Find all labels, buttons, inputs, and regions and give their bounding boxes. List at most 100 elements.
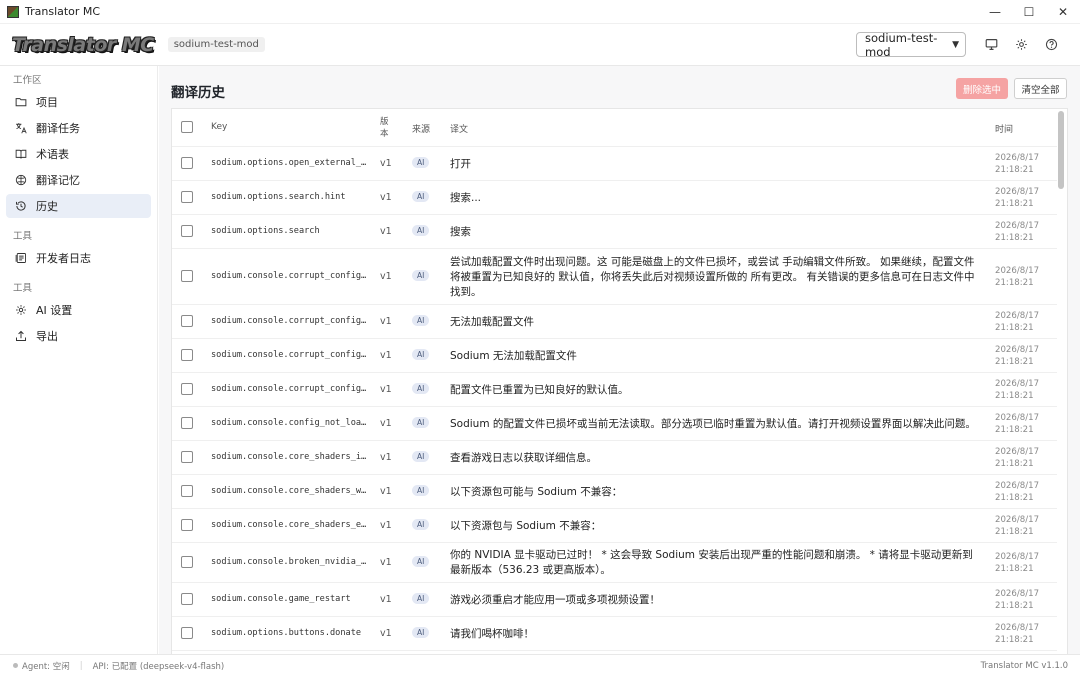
sidebar-item-history[interactable]: 历史: [6, 194, 151, 218]
row-time-date: 2026/8/17: [995, 623, 1040, 633]
close-button[interactable]: ✕: [1046, 0, 1080, 24]
row-checkbox[interactable]: [181, 349, 193, 361]
row-checkbox[interactable]: [181, 519, 193, 531]
row-time-clock: 21:18:21: [995, 357, 1034, 367]
app-logo: Translator MC: [12, 33, 154, 56]
sidebar-item-ai-settings[interactable]: AI 设置: [6, 298, 151, 322]
row-source: AI: [412, 270, 430, 281]
table-row[interactable]: sodium.console.corrupt_config… v1 AI 无法加载配置…: [172, 305, 1057, 339]
memory-icon: [14, 173, 28, 187]
sidebar-item-label: 开发者日志: [36, 252, 91, 265]
source-badge: AI: [412, 157, 430, 168]
row-time-clock: 21:18:21: [995, 199, 1034, 209]
row-time-clock: 21:18:21: [995, 564, 1034, 574]
row-checkbox[interactable]: [181, 593, 193, 605]
row-checkbox[interactable]: [181, 191, 193, 203]
row-source: AI: [412, 383, 430, 394]
app-version: Translator MC v1.1.0: [980, 660, 1068, 671]
sidebar-item-translation-memory[interactable]: 翻译记忆: [6, 168, 151, 192]
settings-button[interactable]: [1006, 32, 1036, 57]
select-all-checkbox[interactable]: [181, 121, 193, 133]
log-icon: [14, 251, 28, 265]
row-version: v1: [380, 192, 392, 203]
row-checkbox[interactable]: [181, 315, 193, 327]
monitor-button[interactable]: [976, 32, 1006, 57]
translate-icon: [14, 121, 28, 135]
table-row[interactable]: sodium.console.corrupt_config… v1 AI 配置文件已重…: [172, 373, 1057, 407]
maximize-button[interactable]: ☐: [1012, 0, 1046, 24]
table-row[interactable]: sodium.console.core_shaders_i… v1 AI 查看游戏日志…: [172, 441, 1057, 475]
page-title: 翻译历史: [171, 85, 225, 101]
row-time-clock: 21:18:21: [995, 635, 1034, 645]
row-checkbox[interactable]: [181, 627, 193, 639]
status-separator: |: [79, 660, 83, 671]
row-time-date: 2026/8/17: [995, 266, 1040, 276]
sidebar-item-export[interactable]: 导出: [6, 324, 151, 348]
row-checkbox[interactable]: [181, 485, 193, 497]
row-time-date: 2026/8/17: [995, 221, 1040, 231]
row-key: sodium.options.buttons.donate: [211, 628, 362, 638]
table-row[interactable]: sodium.console.core_shaders_w… v1 AI 以下资源包可…: [172, 475, 1057, 509]
table-row[interactable]: sodium.console.game_restart v1 AI 游戏必须重启才能应…: [172, 583, 1057, 617]
scrollbar-thumb[interactable]: [1058, 111, 1064, 189]
row-checkbox[interactable]: [181, 556, 193, 568]
table-row[interactable]: sodium.console.corrupt_config… v1 AI Sodium…: [172, 339, 1057, 373]
row-checkbox[interactable]: [181, 225, 193, 237]
row-version: v1: [380, 316, 392, 327]
table-row[interactable]: sodium.console.broken_nvidia_… v1 AI 你的 NVI…: [172, 543, 1057, 583]
source-badge: AI: [412, 556, 430, 567]
sidebar: 工作区 项目 翻译任务 术语表 翻译记忆 历史 工具 开发者日志 工具 AI 设…: [0, 66, 158, 654]
row-version: v1: [380, 557, 392, 568]
sidebar-item-dev-log[interactable]: 开发者日志: [6, 246, 151, 270]
row-version: v1: [380, 158, 392, 169]
mod-select[interactable]: sodium-test-mod ▼: [856, 30, 966, 59]
table-row[interactable]: sodium.console.config_not_loa… v1 AI Sodium…: [172, 407, 1057, 441]
row-source: AI: [412, 315, 430, 326]
row-checkbox[interactable]: [181, 417, 193, 429]
table-row[interactable]: sodium.options.open_external_… v1 AI 打开 2026…: [172, 147, 1057, 181]
row-time: 2026/8/17 21:18:21: [995, 480, 1039, 504]
sidebar-item-glossary[interactable]: 术语表: [6, 142, 151, 166]
sidebar-item-projects[interactable]: 项目: [6, 90, 151, 114]
table-row[interactable]: sodium.options.search v1 AI 搜索 2026/8/17 21:1…: [172, 215, 1057, 249]
source-badge: AI: [412, 270, 430, 281]
row-checkbox[interactable]: [181, 383, 193, 395]
row-checkbox[interactable]: [181, 451, 193, 463]
source-badge: AI: [412, 315, 430, 326]
table-row[interactable]: sodium.options.search.hint v1 AI 搜索... 2026/…: [172, 181, 1057, 215]
table-row[interactable]: sodium.console.corrupt_config… v1 AI 尝试加载配置…: [172, 249, 1057, 305]
mod-select-value: sodium-test-mod: [865, 30, 938, 59]
row-time-clock: 21:18:21: [995, 527, 1034, 537]
row-key: sodium.console.config_not_loa…: [211, 418, 366, 428]
column-header-translation: 译文: [450, 125, 469, 135]
row-source: AI: [412, 519, 430, 530]
row-checkbox[interactable]: [181, 270, 193, 282]
row-source: AI: [412, 593, 430, 604]
agent-status-dot: [13, 663, 18, 668]
delete-selected-button[interactable]: 删除选中: [956, 78, 1008, 99]
row-translation: Sodium 的配置文件已损坏或当前无法读取。部分选项已临时重置为默认值。请打开…: [450, 417, 976, 430]
sidebar-item-translation-tasks[interactable]: 翻译任务: [6, 116, 151, 140]
history-icon: [14, 199, 28, 213]
source-badge: AI: [412, 417, 430, 428]
status-bar: Agent: 空闲 | API: 已配置 (deepseek-v4-flash)…: [0, 654, 1080, 676]
help-button[interactable]: [1036, 32, 1066, 57]
row-key: sodium.options.open_external_…: [211, 158, 366, 168]
row-translation: 游戏必须重启才能应用一项或多项视频设置！: [450, 593, 660, 606]
row-time-clock: 21:18:21: [995, 165, 1034, 175]
sidebar-item-label: 术语表: [36, 148, 69, 161]
row-time-date: 2026/8/17: [995, 153, 1040, 163]
minimize-button[interactable]: —: [978, 0, 1012, 24]
row-time-date: 2026/8/17: [995, 447, 1040, 457]
source-badge: AI: [412, 349, 430, 360]
row-translation: 打开: [450, 157, 471, 170]
row-checkbox[interactable]: [181, 157, 193, 169]
column-header-version: 版本: [380, 117, 389, 139]
current-mod-tag: sodium-test-mod: [167, 37, 265, 52]
source-badge: AI: [412, 191, 430, 202]
row-key: sodium.console.game_restart: [211, 594, 351, 604]
column-header-source: 来源: [412, 125, 431, 135]
table-row[interactable]: sodium.options.buttons.donate v1 AI 请我们喝杯咖啡…: [172, 617, 1057, 651]
clear-all-button[interactable]: 清空全部: [1014, 78, 1067, 99]
table-row[interactable]: sodium.console.core_shaders_e… v1 AI 以下资源包与…: [172, 509, 1057, 543]
